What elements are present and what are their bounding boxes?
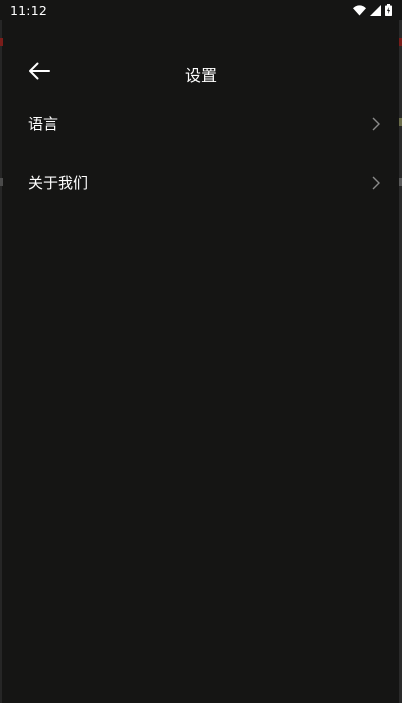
chevron-right-icon [371, 175, 381, 191]
menu-item-label: 关于我们 [28, 174, 89, 192]
status-time: 11:12 [10, 2, 48, 18]
settings-screen: 11:12 设置 语言 关于我们 [0, 0, 402, 703]
menu-item-about-us[interactable]: 关于我们 [0, 153, 399, 212]
menu-item-label: 语言 [28, 115, 59, 133]
menu-item-language[interactable]: 语言 [0, 94, 399, 153]
app-bar: 设置 [0, 52, 402, 94]
cellular-signal-icon [370, 4, 381, 16]
wifi-icon [353, 4, 366, 16]
chevron-right-icon [371, 116, 381, 132]
settings-menu: 语言 关于我们 [0, 94, 402, 212]
battery-icon [385, 4, 392, 16]
status-bar: 11:12 [0, 0, 402, 20]
page-title: 设置 [184, 66, 217, 85]
status-icons [353, 0, 392, 20]
edge-mark [0, 38, 3, 46]
